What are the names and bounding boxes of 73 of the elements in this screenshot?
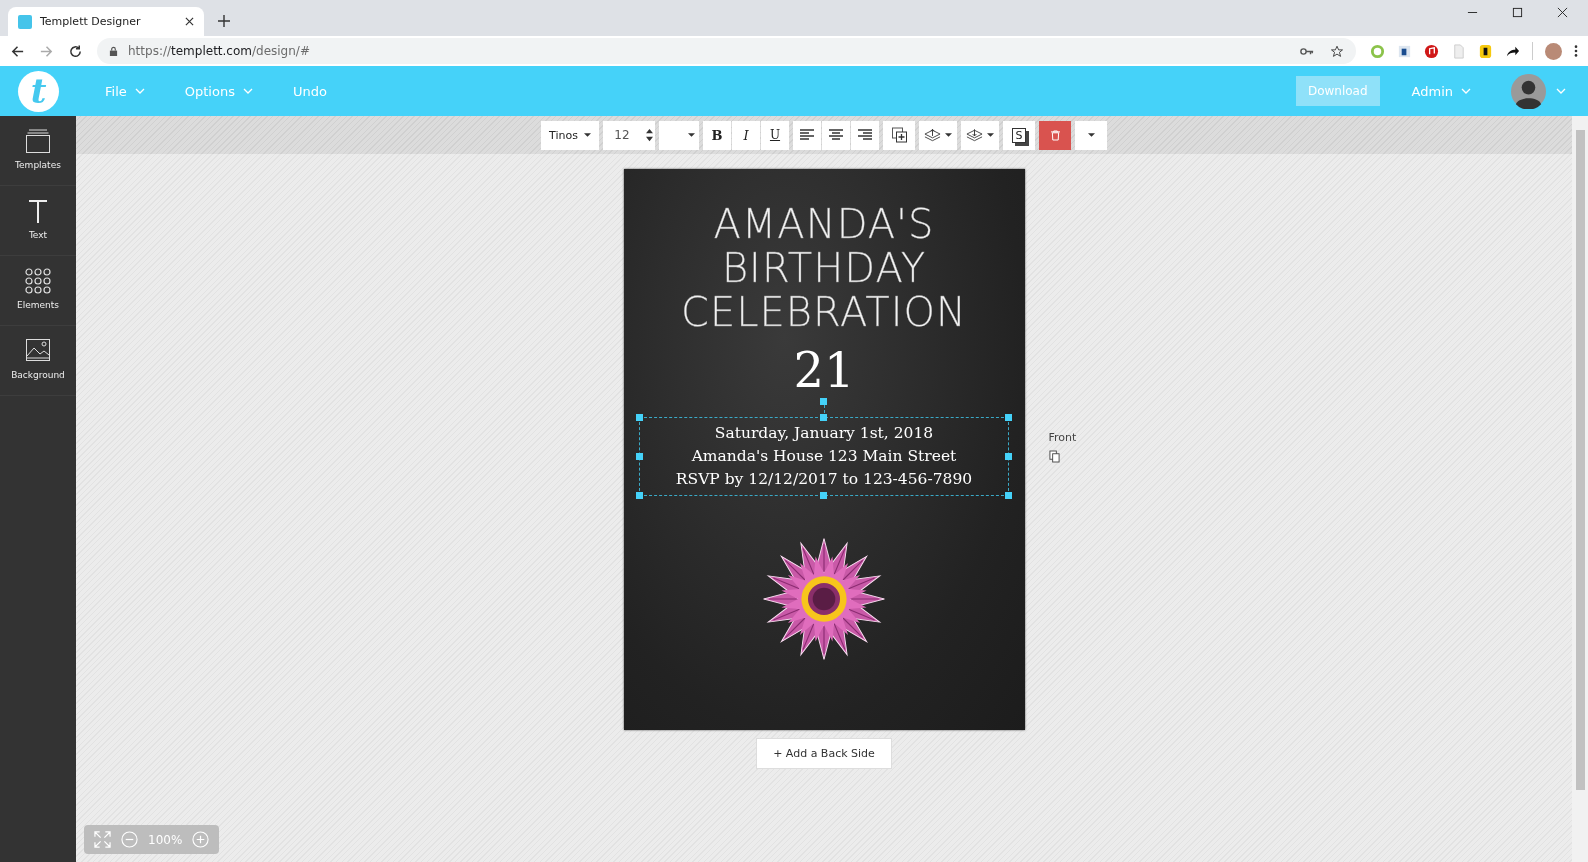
italic-button[interactable]: I bbox=[732, 120, 760, 150]
align-left-icon bbox=[800, 129, 814, 141]
chevron-down-icon bbox=[242, 88, 253, 94]
font-size-field[interactable]: 12 bbox=[603, 120, 655, 150]
close-tab-icon[interactable] bbox=[185, 17, 194, 26]
headline-text[interactable]: AMANDA'S bbox=[681, 202, 967, 246]
detail-text: Saturday, January 1st, 2018 bbox=[713, 423, 935, 444]
spinner-icon[interactable] bbox=[646, 127, 653, 142]
close-icon[interactable] bbox=[1557, 7, 1568, 18]
age-number[interactable]: 21 bbox=[793, 342, 855, 398]
caret-icon bbox=[945, 133, 952, 137]
rotate-handle[interactable] bbox=[820, 398, 827, 405]
zoom-level: 100% bbox=[148, 832, 183, 847]
align-right-button[interactable] bbox=[851, 120, 879, 150]
trash-icon bbox=[1050, 129, 1060, 141]
resize-handle[interactable] bbox=[1005, 414, 1012, 421]
caret-icon bbox=[688, 133, 695, 137]
color-dropdown[interactable] bbox=[659, 120, 699, 150]
resize-handle[interactable] bbox=[636, 492, 643, 499]
duplicate-icon bbox=[890, 127, 908, 143]
url-text: https://templett.com/design/# bbox=[128, 44, 310, 58]
chevron-down-icon bbox=[134, 88, 145, 94]
align-center-button[interactable] bbox=[822, 120, 850, 150]
menu-icon[interactable] bbox=[1574, 44, 1578, 58]
headline-text[interactable]: CELEBRATION bbox=[681, 290, 967, 334]
bold-button[interactable]: B bbox=[703, 120, 731, 150]
copy-icon[interactable] bbox=[1048, 450, 1060, 463]
duplicate-button[interactable] bbox=[883, 120, 915, 150]
extension-icon[interactable] bbox=[1397, 43, 1412, 59]
caret-icon bbox=[1087, 133, 1095, 137]
caret-icon bbox=[987, 133, 994, 137]
headline-text[interactable]: BIRTHDAY bbox=[681, 246, 967, 290]
chevron-down-icon bbox=[1461, 88, 1471, 94]
star-icon[interactable] bbox=[1330, 44, 1344, 58]
scrollbar[interactable] bbox=[1572, 116, 1588, 862]
align-center-icon bbox=[829, 129, 843, 141]
resize-handle[interactable] bbox=[636, 452, 643, 460]
profile-avatar[interactable] bbox=[1545, 42, 1562, 60]
detail-text: Amanda's House 123 Main Street bbox=[690, 446, 958, 467]
shadow-button[interactable]: S bbox=[1003, 120, 1035, 150]
align-left-button[interactable] bbox=[793, 120, 821, 150]
resize-handle[interactable] bbox=[820, 414, 827, 421]
address-bar[interactable]: https://templett.com/design/# bbox=[97, 38, 1356, 64]
resize-handle[interactable] bbox=[820, 492, 827, 499]
detail-text: RSVP by 12/12/2017 to 123-456-7890 bbox=[674, 469, 974, 490]
align-right-icon bbox=[858, 129, 872, 141]
layers-down-icon bbox=[966, 127, 983, 143]
underline-button[interactable]: U bbox=[761, 120, 789, 150]
caret-icon bbox=[583, 133, 591, 137]
dots-grid-icon bbox=[25, 268, 51, 294]
resize-handle[interactable] bbox=[1005, 452, 1012, 460]
font-dropdown[interactable]: Tinos bbox=[541, 120, 599, 150]
resize-handle[interactable] bbox=[636, 414, 643, 421]
site-favicon-icon bbox=[18, 14, 32, 29]
side-label: Front bbox=[1048, 431, 1077, 444]
resize-handle[interactable] bbox=[1005, 492, 1012, 499]
browser-tab[interactable]: Templett Designer bbox=[8, 7, 204, 36]
layers-up-icon bbox=[924, 127, 941, 143]
invitation-card[interactable]: AMANDA'S BIRTHDAY CELEBRATION 21 Saturday, January 1st, 2018 Amanda's House 123 Main Street RSVP by 12/12/2017 to 123-456-7890 bbox=[623, 169, 1025, 730]
maximize-icon[interactable] bbox=[1512, 7, 1523, 18]
extension-icon[interactable] bbox=[1478, 43, 1493, 59]
templates-icon bbox=[25, 128, 51, 154]
details-text-box[interactable]: Saturday, January 1st, 2018 Amanda's House 123 Main Street RSVP by 12/12/2017 to 123-456-7890 bbox=[640, 418, 1008, 495]
image-icon bbox=[25, 338, 51, 364]
new-tab-icon[interactable] bbox=[218, 15, 230, 27]
bring-forward-button[interactable] bbox=[919, 120, 957, 150]
user-avatar-icon[interactable] bbox=[1511, 73, 1546, 109]
tab-title: Templett Designer bbox=[40, 15, 142, 28]
delete-button[interactable] bbox=[1039, 120, 1071, 150]
reload-icon[interactable] bbox=[68, 43, 83, 59]
add-back-side-button[interactable]: + Add a Back Side bbox=[756, 738, 892, 769]
lock-icon bbox=[109, 45, 118, 57]
send-backward-button[interactable] bbox=[961, 120, 999, 150]
